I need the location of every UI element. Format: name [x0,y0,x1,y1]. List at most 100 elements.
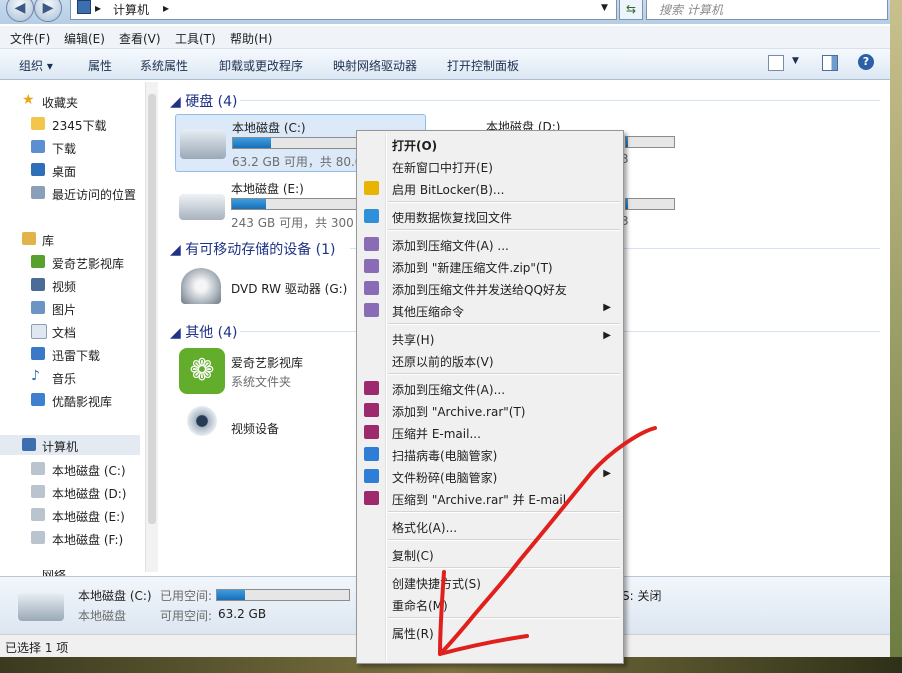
menu-item[interactable]: 其他压缩命令 ▶ [359,299,621,321]
nav-item-drive-e[interactable]: 本地磁盘 (E:) [0,505,150,525]
download-folder-icon [31,140,45,153]
menu-view[interactable]: 查看(V) [119,30,161,47]
group-header-hard-disks[interactable]: ◢ 硬盘 (4) [170,91,238,111]
menu-help[interactable]: 帮助(H) [230,30,272,47]
menu-item[interactable]: 添加到压缩文件(A) ... [359,233,621,255]
search-input[interactable]: 搜索 计算机 [646,0,888,20]
menu-separator [388,229,620,231]
preview-pane-icon[interactable] [822,55,838,71]
recovery-icon [364,209,379,223]
menu-item[interactable]: 在新窗口中打开(E) [359,155,621,177]
menu-item[interactable]: 还原以前的版本(V) [359,349,621,371]
nav-item-drive-c[interactable]: 本地磁盘 (C:) [0,459,150,479]
drive-icon [31,531,45,544]
zip-icon [364,303,379,317]
usage-fill [232,199,267,209]
nav-computer[interactable]: 计算机 [0,435,140,455]
menu-item[interactable]: 属性(R) [359,621,621,643]
menu-item[interactable]: 重命名(M) [359,593,621,615]
menu-file[interactable]: 文件(F) [10,30,50,47]
menu-item-label: 启用 BitLocker(B)... [392,183,505,197]
nav-item-recent-places[interactable]: 最近访问的位置 [0,183,150,203]
refresh-button[interactable]: ⇆ [619,0,643,20]
video-device-name: 视频设备 [231,422,280,436]
help-icon[interactable]: ? [858,54,874,70]
dvd-drive-name: DVD RW 驱动器 (G:) [231,282,348,296]
zip-icon [364,237,379,251]
recent-places-icon [31,186,45,199]
menu-item[interactable]: 复制(C) [359,543,621,565]
group-divider [240,100,880,101]
map-network-drive-button[interactable]: 映射网络驱动器 [333,57,417,74]
nav-item-desktop[interactable]: 桌面 [0,160,150,180]
nav-item-drive-f[interactable]: 本地磁盘 (F:) [0,528,150,548]
usage-fill [626,137,629,147]
back-button[interactable]: ◀ [6,0,34,22]
nav-item-drive-d[interactable]: 本地磁盘 (D:) [0,482,150,502]
nav-item-2345-download[interactable]: 2345下载 [0,114,150,134]
menu-separator [388,323,620,325]
system-properties-button[interactable]: 系统属性 [140,57,188,74]
menu-item[interactable]: 压缩到 "Archive.rar" 并 E-mail [359,487,621,509]
context-menu: 打开(O) 在新窗口中打开(E) 启用 BitLocker(B)... 使用数据恢复找… [356,130,624,664]
menu-item[interactable]: 添加到压缩文件并发送给QQ好友 [359,277,621,299]
menu-item[interactable]: 添加到 "Archive.rar"(T) [359,399,621,421]
nav-libraries[interactable]: 库 [0,229,150,249]
drive-icon [18,593,64,621]
star-icon: ★ [22,92,35,108]
nav-favorites[interactable]: ★ 收藏夹 [0,91,150,111]
menu-item-label: 压缩到 "Archive.rar" 并 E-mail [392,493,567,507]
nav-item-videos[interactable]: 视频 [0,275,150,295]
dvd-drive-icon [181,268,221,304]
menu-item[interactable]: 添加到 "新建压缩文件.zip"(T) [359,255,621,277]
menu-item[interactable]: 使用数据恢复找回文件 [359,205,621,227]
uninstall-program-button[interactable]: 卸载或更改程序 [219,57,303,74]
menu-item-label: 添加到压缩文件并发送给QQ好友 [392,283,567,297]
address-separator: ▸ [95,1,102,15]
view-options-icon[interactable] [768,55,784,71]
menu-item-label: 其他压缩命令 [392,305,465,319]
nav-scrollbar[interactable] [145,82,158,572]
nav-item-pictures[interactable]: 图片 [0,298,150,318]
nav-item-thunder-download[interactable]: 迅雷下载 [0,344,150,364]
iqiyi-library-name: 爱奇艺影视库 [231,356,304,370]
nav-item-youku[interactable]: 优酷影视库 [0,390,150,410]
menu-item[interactable]: 格式化(A)... [359,515,621,537]
open-control-panel-button[interactable]: 打开控制面板 [447,57,519,74]
menu-separator [388,539,620,541]
nav-item-label: 2345下载 [52,119,107,133]
menu-edit[interactable]: 编辑(E) [64,30,105,47]
address-bar[interactable]: ▸ 计算机 ▸ ▼ [70,0,617,20]
menu-item-label: 属性(R) [392,627,434,641]
nav-item-downloads[interactable]: 下载 [0,137,150,157]
menu-tools[interactable]: 工具(T) [175,30,216,47]
menu-item[interactable]: 文件粉碎(电脑管家) ▶ [359,465,621,487]
nav-item-iqiyi[interactable]: 爱奇艺影视库 [0,252,150,272]
group-header-other[interactable]: ◢ 其他 (4) [170,322,238,342]
group-header-removable[interactable]: ◢ 有可移动存储的设备 (1) [170,239,336,259]
menu-item[interactable]: 添加到压缩文件(A)... [359,377,621,399]
navigation-pane: ★ 收藏夹 2345下载 下载 桌面 最近访问的位置 库 爱奇艺影视库 视频 图… [0,80,158,578]
properties-button[interactable]: 属性 [88,57,112,74]
nav-item-label: 视频 [52,280,77,294]
menu-item-label: 在新窗口中打开(E) [392,161,493,175]
menu-item[interactable]: 启用 BitLocker(B)... [359,177,621,199]
menu-item-label: 创建快捷方式(S) [392,577,481,591]
rar-icon [364,403,379,417]
menu-item[interactable]: 创建快捷方式(S) [359,571,621,593]
details-used-label: 已用空间: [160,589,213,603]
menu-item[interactable]: 共享(H) ▶ [359,327,621,349]
forward-button[interactable]: ▶ [34,0,62,22]
nav-item-music[interactable]: ♪ 音乐 [0,367,150,387]
organize-button[interactable]: 组织 ▾ [19,57,53,74]
menu-item[interactable]: 扫描病毒(电脑管家) [359,443,621,465]
menu-item[interactable]: 压缩并 E-mail... [359,421,621,443]
drive-e-name: 本地磁盘 (E:) [231,182,304,196]
menu-item[interactable]: 打开(O) [359,133,621,155]
scrollbar-thumb[interactable] [148,94,156,524]
nav-item-documents[interactable]: 文档 [0,321,150,341]
chevron-down-icon[interactable]: ▼ [601,3,608,13]
chevron-down-icon[interactable]: ▼ [792,56,799,66]
details-name: 本地磁盘 (C:) [78,589,152,603]
library-icon [22,232,36,245]
